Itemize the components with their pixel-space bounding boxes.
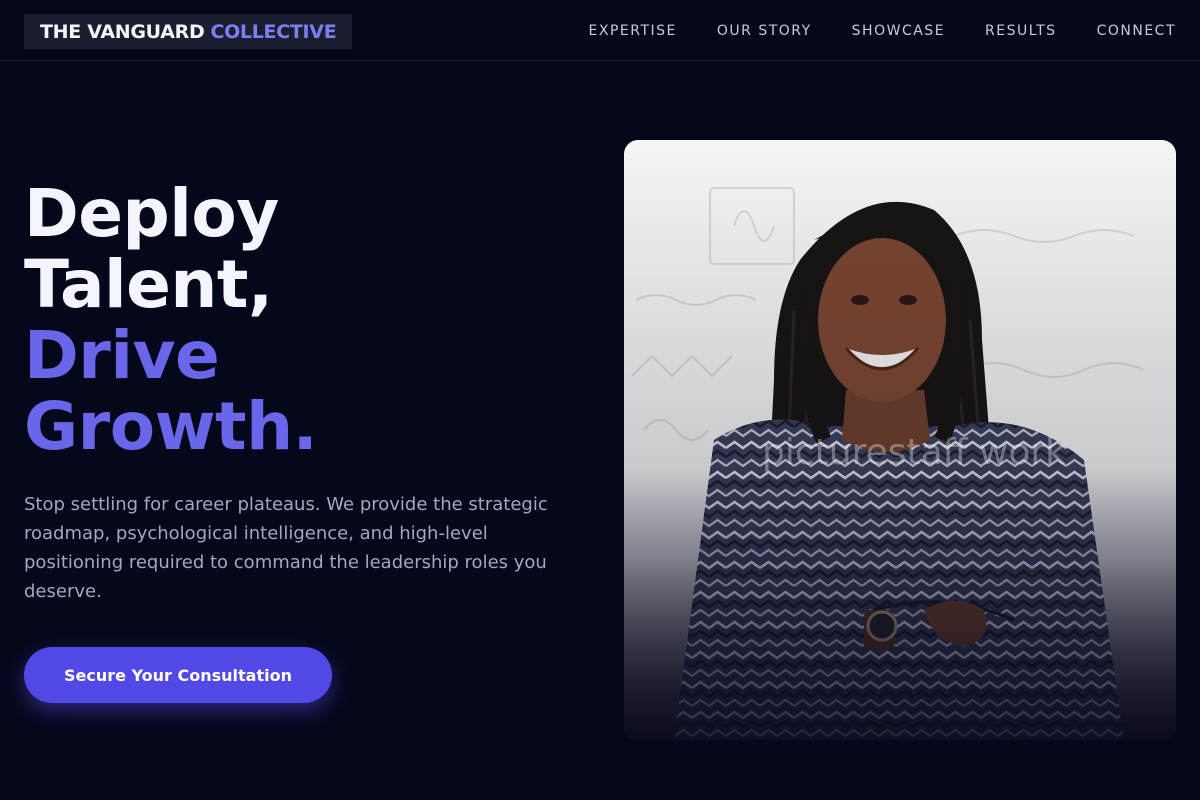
nav-link-expertise[interactable]: EXPERTISE [589,23,677,39]
nav-link-connect[interactable]: CONNECT [1097,23,1176,39]
hero-title-line-2: Talent, [24,246,273,323]
hero-title-line-4: Growth. [24,388,318,465]
nav-link-showcase[interactable]: SHOWCASE [852,23,945,39]
image-watermark: picturestaff work [762,432,1066,473]
brand-name: THE VANGUARD [40,20,205,43]
hero-portrait-image: picturestaff work [624,140,1176,740]
nav-link-results[interactable]: RESULTS [985,23,1057,39]
nav-link-our-story[interactable]: OUR STORY [717,23,812,39]
hero-title: Deploy Talent, Drive Growth. [24,175,318,465]
secure-consultation-button[interactable]: Secure Your Consultation [24,647,332,703]
brand-accent: COLLECTIVE [210,20,337,43]
hero-subtitle: Stop settling for career plateaus. We pr… [24,494,548,602]
portrait-illustration: picturestaff work [624,140,1176,740]
nav-links: EXPERTISE OUR STORY SHOWCASE RESULTS CON… [589,0,1176,61]
brand-logo[interactable]: THE VANGUARD COLLECTIVE [24,14,353,49]
hero-title-line-3: Drive [24,317,220,394]
navbar: THE VANGUARD COLLECTIVE EXPERTISE OUR ST… [0,0,1200,61]
hero-title-line-1: Deploy [24,175,279,252]
